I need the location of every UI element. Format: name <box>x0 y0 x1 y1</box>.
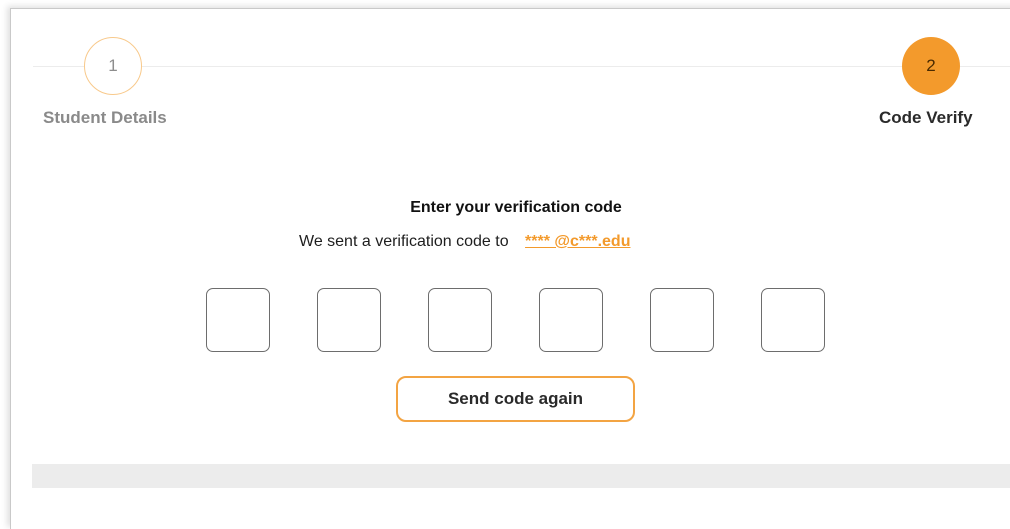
code-digit-5-input[interactable] <box>650 288 714 352</box>
form-panel: 1 Student Details 2 Code Verify Enter yo… <box>10 8 1010 529</box>
masked-email-link[interactable]: **** @c***.edu <box>525 233 630 250</box>
verification-title: Enter your verification code <box>410 199 622 216</box>
sent-text: We sent a verification code to <box>299 233 509 250</box>
code-digit-4-input[interactable] <box>539 288 603 352</box>
code-digit-2-input[interactable] <box>317 288 381 352</box>
step-1-circle[interactable]: 1 <box>84 37 142 95</box>
step-2-circle: 2 <box>902 37 960 95</box>
step-1-number: 1 <box>108 56 118 75</box>
code-digit-1-input[interactable] <box>206 288 270 352</box>
verification-code-inputs <box>206 288 825 352</box>
stepper-track <box>33 66 1010 67</box>
verification-sent-message: We sent a verification code to **** @c**… <box>299 233 630 251</box>
step-2-label: Code Verify <box>879 108 973 127</box>
step-1-label[interactable]: Student Details <box>43 108 167 128</box>
step-2-number: 2 <box>926 56 936 75</box>
send-code-again-button[interactable]: Send code again <box>396 376 635 422</box>
code-digit-3-input[interactable] <box>428 288 492 352</box>
code-digit-6-input[interactable] <box>761 288 825 352</box>
bottom-bar <box>32 464 1010 488</box>
